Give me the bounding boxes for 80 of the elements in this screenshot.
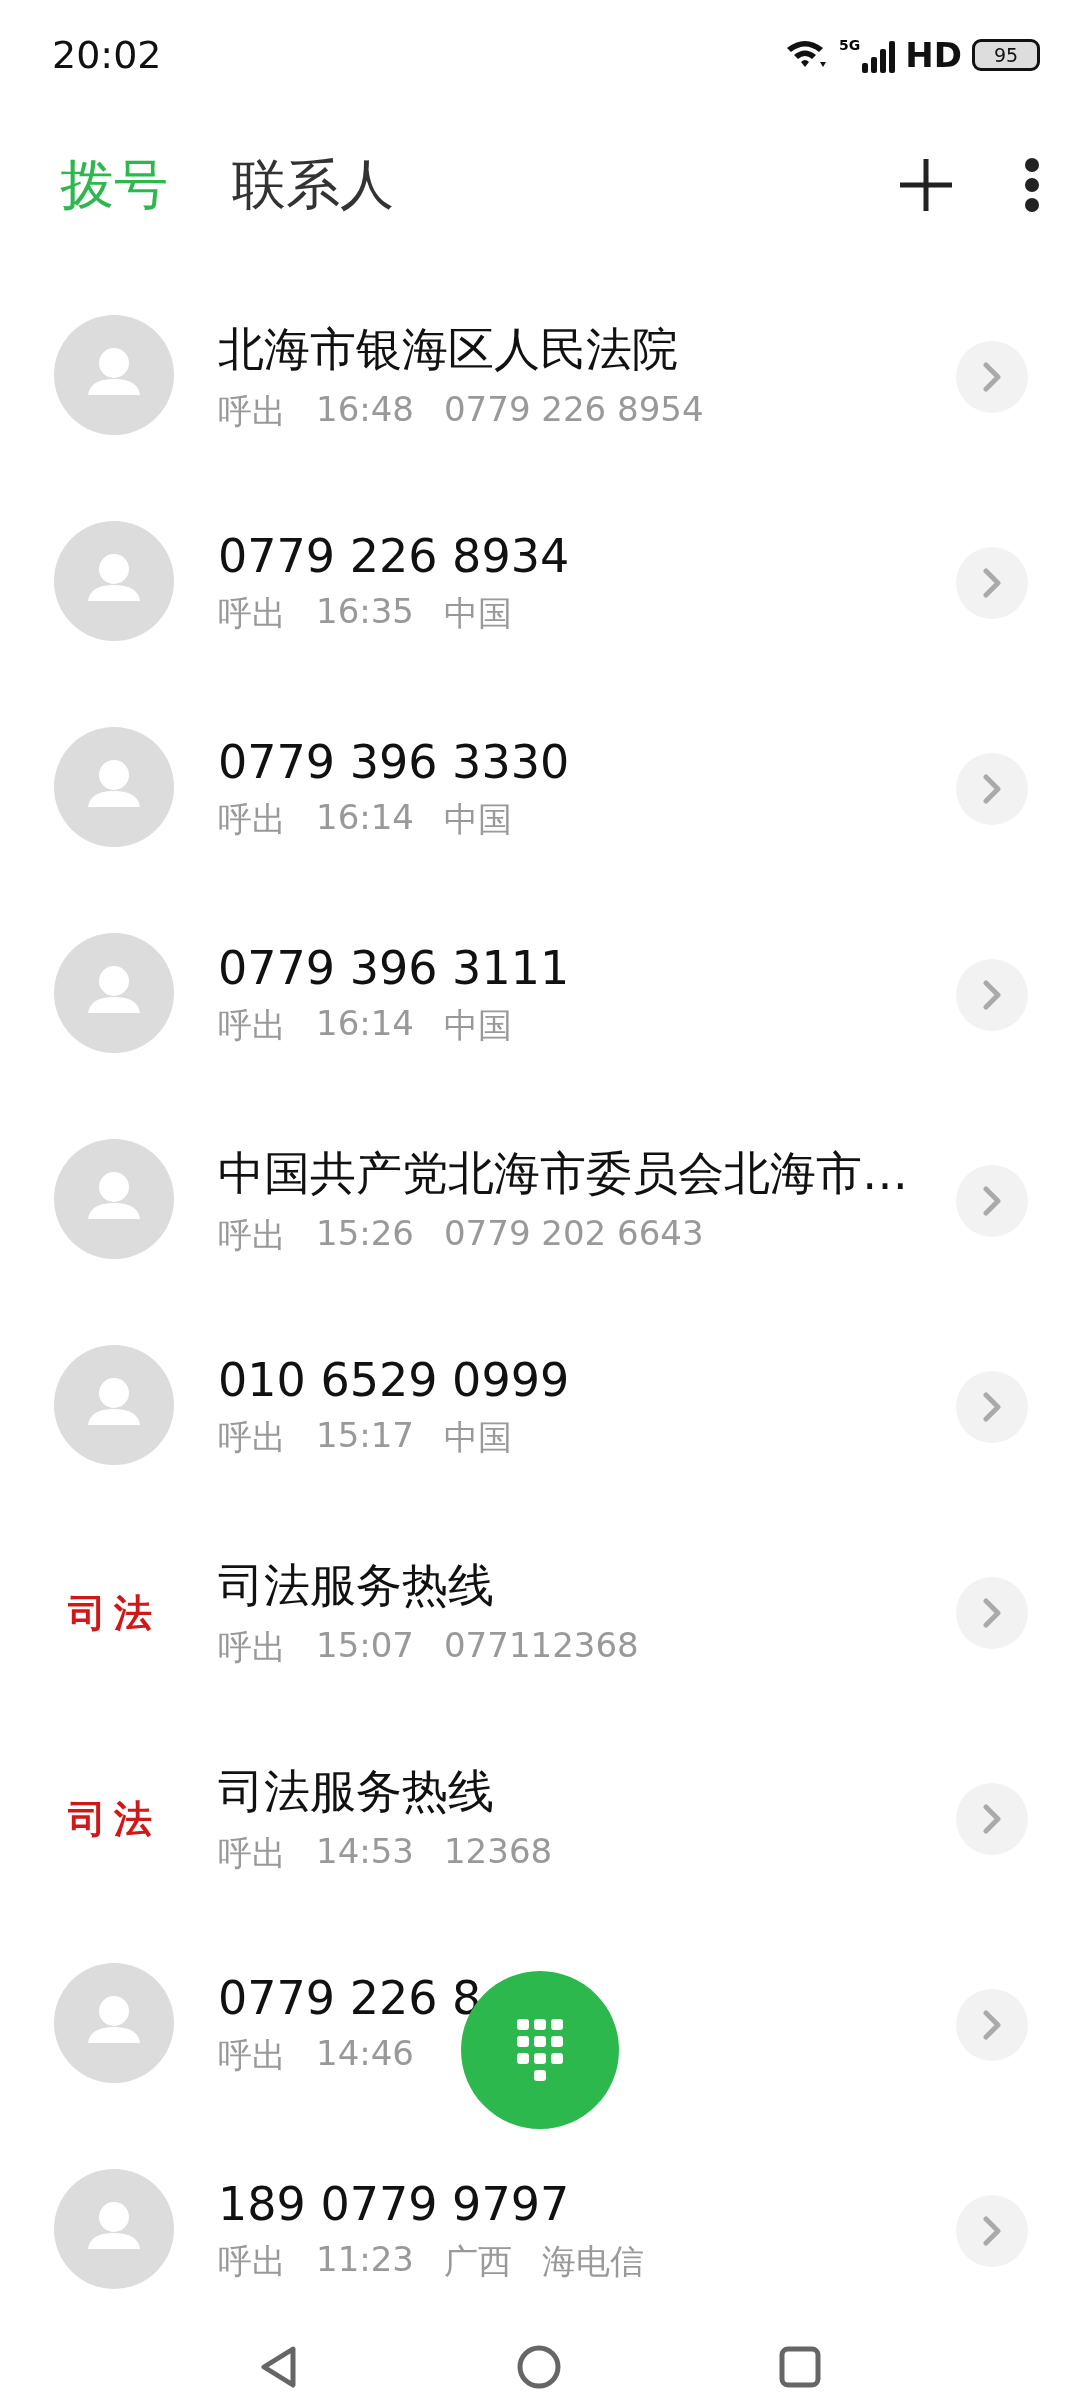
call-info: 中国 xyxy=(444,798,512,841)
call-type: 呼出 xyxy=(218,390,286,433)
call-info: 中国 xyxy=(444,1004,512,1047)
call-time: 15:17 xyxy=(316,1415,414,1457)
call-type: 呼出 xyxy=(218,592,286,635)
call-row[interactable]: 189 0779 9797 呼出 11:23 广西 海电信 xyxy=(0,2128,1080,2334)
call-info: 广西 xyxy=(444,2240,512,2283)
chevron-icon xyxy=(983,1392,1001,1422)
call-type: 呼出 xyxy=(218,1416,286,1459)
dialpad-icon xyxy=(517,2019,563,2081)
call-type: 呼出 xyxy=(218,798,286,841)
chevron-icon xyxy=(983,1186,1001,1216)
call-info: 12368 xyxy=(444,1831,553,1873)
call-info: 海电信 xyxy=(542,2240,644,2283)
caller-label: 司法 xyxy=(67,1589,161,1637)
chevron-icon xyxy=(983,362,1001,392)
battery-icon: 95 xyxy=(972,39,1040,71)
call-row[interactable]: 0779 226 8934 呼出 16:35 中国 xyxy=(0,480,1080,686)
avatar-icon xyxy=(54,1139,174,1259)
call-time: 15:26 xyxy=(316,1213,414,1255)
avatar-icon xyxy=(54,2169,174,2289)
caller-name: 0779 396 3111 xyxy=(218,941,571,995)
call-time: 16:14 xyxy=(316,1003,414,1045)
network-label: 5G xyxy=(839,37,861,53)
call-time: 11:23 xyxy=(316,2239,414,2281)
call-type: 呼出 xyxy=(218,1214,286,1257)
call-row[interactable]: 0779 396 3111 呼出 16:14 中国 xyxy=(0,892,1080,1098)
call-row[interactable]: 司法 司法服务热线 呼出 15:07 077112368 xyxy=(0,1510,1080,1716)
clock: 20:02 xyxy=(52,33,162,77)
avatar-icon xyxy=(54,521,174,641)
caller-label: 司法 xyxy=(67,1795,161,1843)
signal-icon xyxy=(862,41,896,73)
avatar-icon xyxy=(54,727,174,847)
hd-label: HD xyxy=(905,35,962,75)
call-time: 16:48 xyxy=(316,389,414,431)
call-type: 呼出 xyxy=(218,1004,286,1047)
caller-name: 0779 396 3330 xyxy=(218,735,571,789)
chevron-icon xyxy=(983,1804,1001,1834)
chevron-icon xyxy=(983,774,1001,804)
caller-name: 中国共产党北海市委员会北海市… xyxy=(218,1145,909,1202)
call-info: 中国 xyxy=(444,592,512,635)
avatar-icon xyxy=(54,933,174,1053)
caller-name: 010 6529 0999 xyxy=(218,1353,571,1407)
call-time: 16:35 xyxy=(316,591,414,633)
call-info: 0779 226 8954 xyxy=(444,389,704,431)
chevron-icon xyxy=(983,2010,1001,2040)
call-type: 呼出 xyxy=(218,1832,286,1875)
call-time: 16:14 xyxy=(316,797,414,839)
back-icon[interactable] xyxy=(259,2345,299,2389)
call-time: 15:07 xyxy=(316,1625,414,1667)
call-row[interactable]: 中国共产党北海市委员会北海市… 呼出 15:26 0779 202 6643 xyxy=(0,1098,1080,1304)
chevron-icon xyxy=(983,1598,1001,1628)
chevron-icon xyxy=(983,2216,1001,2246)
call-type: 呼出 xyxy=(218,1626,286,1669)
call-row[interactable]: 010 6529 0999 呼出 15:17 中国 xyxy=(0,1304,1080,1510)
caller-name: 司法服务热线 xyxy=(218,1763,495,1820)
call-row[interactable]: 司法 司法服务热线 呼出 14:53 12368 xyxy=(0,1716,1080,1922)
caller-name: 0779 226 8934 xyxy=(218,529,571,583)
call-row[interactable]: 0779 396 3330 呼出 16:14 中国 xyxy=(0,686,1080,892)
recents-icon[interactable] xyxy=(779,2346,821,2388)
caller-name: 189 0779 9797 xyxy=(218,2177,571,2231)
call-info: 0779 202 6643 xyxy=(444,1213,704,1255)
caller-name: 北海市银海区人民法院 xyxy=(218,321,679,378)
chevron-icon xyxy=(983,568,1001,598)
call-row[interactable]: 北海市银海区人民法院 呼出 16:48 0779 226 8954 xyxy=(0,274,1080,480)
call-info: 中国 xyxy=(444,1416,512,1459)
avatar-icon xyxy=(54,1963,174,2083)
chevron-icon xyxy=(983,980,1001,1010)
tab[interactable]: 联系人 xyxy=(232,148,394,222)
call-info: 077112368 xyxy=(444,1625,639,1667)
avatar-icon xyxy=(54,315,174,435)
home-icon[interactable] xyxy=(517,2345,561,2389)
call-type: 呼出 xyxy=(218,2240,286,2283)
call-time: 14:46 xyxy=(316,2033,414,2075)
add-icon[interactable] xyxy=(898,157,954,213)
avatar-icon xyxy=(54,1345,174,1465)
more-icon[interactable] xyxy=(1024,157,1040,213)
call-time: 14:53 xyxy=(316,1831,414,1873)
call-type: 呼出 xyxy=(218,2034,286,2077)
caller-name: 司法服务热线 xyxy=(218,1557,495,1614)
